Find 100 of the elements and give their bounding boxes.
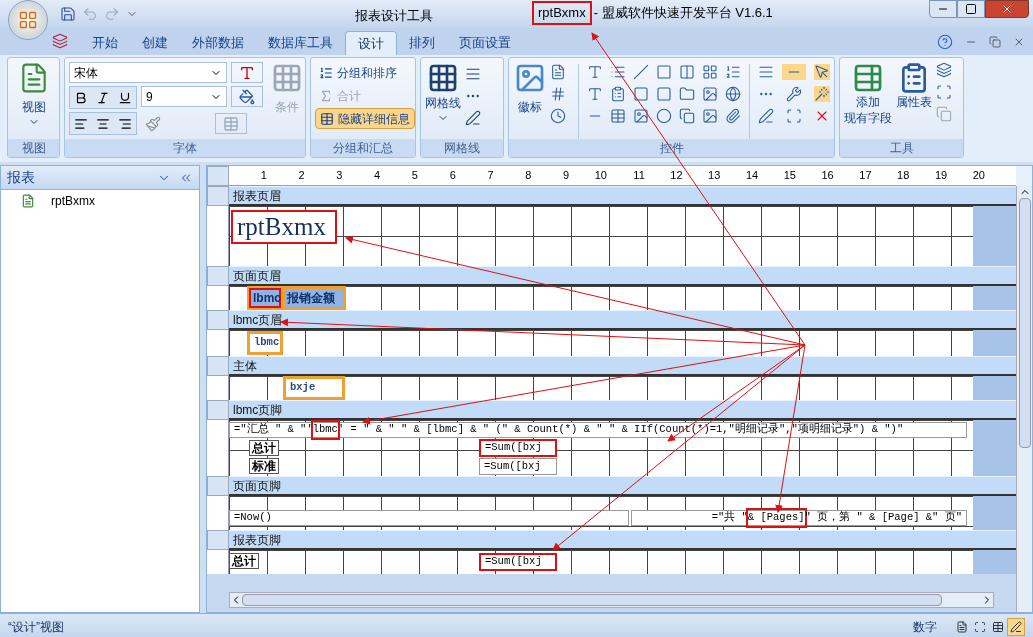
num-lock-indicator: 数字 [913, 618, 937, 636]
clock-icon[interactable] [550, 108, 566, 124]
logo-button[interactable]: 徽标 [513, 62, 546, 139]
hash-icon[interactable] [550, 86, 566, 102]
frame-icon[interactable] [656, 64, 672, 80]
gridlines-button[interactable]: 网格线 [425, 62, 461, 139]
add-fields-button[interactable]: 添加 现有字段 [844, 62, 892, 139]
image-icon[interactable] [633, 108, 649, 124]
field-textbox[interactable]: =Sum([bxj [479, 439, 557, 457]
list-icon[interactable] [610, 64, 626, 80]
align-left-icon [74, 116, 88, 131]
ribbon-tab[interactable]: 页面设置 [447, 31, 523, 55]
font-dropdown[interactable]: 宋体 [69, 62, 227, 83]
ribbon-tab[interactable]: 外部数据 [180, 31, 256, 55]
section-header-bar[interactable]: lbmc页眉 [229, 310, 1016, 330]
field-textbox[interactable]: lbmc [249, 333, 281, 353]
text-field-icon[interactable] [587, 64, 603, 80]
section-header-bar[interactable]: 报表页脚 [229, 530, 1016, 550]
fill-color-button[interactable] [231, 86, 263, 107]
bold-icon [74, 90, 88, 105]
view-switch-button[interactable] [1007, 617, 1025, 636]
horizontal-ruler: 1 2 3 4 5 6 7 8 9 10 11 12 13 14 15 16 17 18 19 20 [229, 166, 1016, 186]
pointer-icon[interactable] [814, 64, 830, 80]
picture-icon[interactable] [702, 86, 718, 102]
group-title: 工具 [840, 139, 963, 157]
folder-icon[interactable] [679, 86, 695, 102]
field-textbox[interactable]: bxje [285, 378, 343, 398]
section-header-bar[interactable]: lbmc页脚 [229, 400, 1016, 420]
vertical-scrollbar[interactable] [1016, 186, 1032, 612]
ribbon-tab[interactable]: 数据库工具 [256, 31, 345, 55]
formula-textbox[interactable]: ="共 "& [Pages]" 页，第 " & [Page] &" 页" [631, 510, 967, 526]
ribbon-tab[interactable]: 创建 [130, 31, 180, 55]
wand-icon[interactable] [814, 86, 830, 102]
group-option-button[interactable]: 分组和排序 [315, 62, 415, 83]
font-size-dropdown[interactable]: 9 [141, 86, 227, 107]
paperclip-icon[interactable] [725, 108, 741, 124]
columns-icon[interactable] [679, 64, 695, 80]
help-icon[interactable] [937, 34, 953, 50]
table-icon [223, 115, 239, 132]
property-sheet-button[interactable]: 属性表 [896, 62, 932, 139]
ribbon-tab[interactable]: 开始 [80, 31, 130, 55]
horizontal-scrollbar[interactable] [229, 592, 994, 608]
layers-icon[interactable] [936, 62, 952, 78]
list-icon[interactable] [610, 86, 626, 102]
section-title: 页面页眉 [233, 267, 281, 285]
line-weight-icon[interactable] [758, 64, 774, 80]
field-label[interactable]: 标准 [249, 458, 279, 474]
field-label[interactable]: 总计 [229, 553, 259, 569]
radio-icon[interactable] [656, 108, 672, 124]
pen-icon[interactable] [758, 108, 774, 124]
ribbon-tab[interactable]: 排列 [397, 31, 447, 55]
underline-icon [118, 90, 132, 105]
table-icon [992, 620, 1004, 633]
field-textbox[interactable]: =Now() [229, 510, 629, 526]
picture-icon[interactable] [702, 108, 718, 124]
field-textbox[interactable]: =Sum([bxj [479, 458, 557, 475]
field-label[interactable]: 报销金额 [284, 288, 344, 308]
section-header-bar[interactable]: 报表页眉 [229, 186, 1016, 206]
field-textbox[interactable]: =Sum([bxj [479, 553, 557, 571]
paint-bucket-icon [239, 88, 255, 105]
margin-area [973, 376, 1016, 400]
report-title-label[interactable]: rptBxmx [231, 210, 337, 244]
font-color-button[interactable] [231, 62, 263, 83]
field-label[interactable]: 总计 [249, 440, 279, 456]
rectangle-icon[interactable] [633, 86, 649, 102]
close-icon[interactable] [1013, 36, 1025, 48]
group-title: 控件 [509, 139, 834, 157]
section-header-bar[interactable]: 页面页脚 [229, 476, 1016, 496]
group-option-button[interactable]: 隐藏详细信息 [315, 108, 415, 129]
ribbon-tab[interactable]: 设计 [345, 31, 397, 55]
margin-area [973, 420, 1016, 476]
margin-area [973, 496, 1016, 530]
section-header-bar[interactable]: 主体 [229, 356, 1016, 376]
checkbox-icon[interactable] [656, 86, 672, 102]
letter-icon[interactable] [587, 86, 603, 102]
globe-icon[interactable] [725, 86, 741, 102]
minimize-button[interactable] [929, 0, 957, 18]
office-button[interactable] [8, 0, 48, 40]
section-title: 报表页眉 [233, 187, 281, 205]
nav-item[interactable]: rptBxmx [1, 190, 199, 212]
document-icon [956, 620, 968, 633]
pen-icon[interactable] [465, 110, 481, 126]
table-icon[interactable] [610, 108, 626, 124]
save-icon[interactable] [60, 6, 76, 22]
list-icon[interactable] [725, 64, 741, 80]
section-title: 主体 [233, 357, 257, 375]
pages-icon[interactable] [679, 108, 695, 124]
align-center-icon [96, 116, 110, 131]
letter-icon [239, 64, 255, 81]
status-text: “设计”视图 [8, 618, 65, 636]
line-icon[interactable] [633, 64, 649, 80]
margin-area [973, 206, 1016, 266]
margin-area [973, 330, 1016, 356]
line-weight-icon[interactable] [465, 66, 481, 82]
view-button[interactable]: 视图 [12, 62, 55, 139]
section-header-bar[interactable]: 页面页眉 [229, 266, 1016, 286]
maximize-button[interactable] [957, 0, 985, 18]
document-icon[interactable] [550, 64, 566, 80]
restore-icon[interactable] [989, 36, 1001, 48]
format-painter-icon[interactable] [145, 115, 161, 132]
